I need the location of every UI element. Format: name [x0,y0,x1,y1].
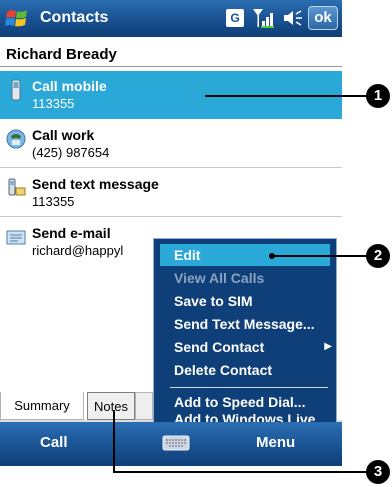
menu-item-add-to-speed-dial[interactable]: Add to Speed Dial... [160,391,330,413]
context-menu: Edit View All Calls Save to SIM Send Tex… [153,238,337,427]
divider [0,66,342,67]
item-value: 113355 [32,96,75,111]
item-label: Send e-mail [32,225,111,241]
phone-screen: Contacts G ok Richard Bready Call mobile… [0,0,342,466]
menu-divider [170,387,328,388]
gprs-indicator-icon[interactable]: G [226,9,244,27]
menu-softkey[interactable]: Menu [256,434,295,451]
tab-strip: Summary Notes [0,392,160,422]
callout-badge: 2 [366,244,390,268]
menu-item-edit[interactable]: Edit [160,244,330,266]
text-message-icon [8,178,26,196]
divider [0,216,342,217]
callout-badge: 3 [366,460,390,484]
ok-button[interactable]: ok [308,6,338,30]
callout-badge: 1 [366,84,390,108]
email-icon [6,230,26,245]
item-value: richard@happyl [32,243,124,258]
item-label: Send text message [32,176,159,192]
tab-notes[interactable]: Notes [87,392,135,420]
contact-name: Richard Bready [6,46,117,63]
list-item-send-text-message[interactable]: Send text message 113355 [0,169,342,217]
mobile-phone-icon [11,79,21,101]
submenu-arrow-icon: ▶ [324,341,332,352]
menu-item-label: Send Contact [174,339,265,355]
menu-item-send-text-message[interactable]: Send Text Message... [160,313,330,335]
menu-item-view-all-calls[interactable]: View All Calls [160,267,330,289]
keyboard-icon[interactable] [162,434,190,452]
list-item-call-work[interactable]: Call work (425) 987654 [0,120,342,168]
app-title: Contacts [40,9,109,26]
work-phone-icon [6,129,26,149]
divider [0,167,342,168]
item-label: Call mobile [32,78,107,94]
menu-item-save-to-sim[interactable]: Save to SIM [160,290,330,312]
signal-strength-icon[interactable] [252,7,276,29]
call-softkey[interactable]: Call [40,434,68,451]
tab-spacer [135,392,153,420]
tab-summary[interactable]: Summary [0,392,84,420]
windows-start-icon[interactable] [4,6,30,32]
menu-item-delete-contact[interactable]: Delete Contact [160,359,330,381]
title-bar: Contacts G ok [0,0,342,37]
volume-icon[interactable] [282,8,304,28]
item-value: 113355 [32,194,75,209]
item-value: (425) 987654 [32,145,110,160]
menu-item-send-contact[interactable]: Send Contact ▶ [160,336,332,358]
menu-bar: Call Menu [0,422,342,466]
list-item-call-mobile[interactable]: Call mobile 113355 [0,71,342,119]
item-label: Call work [32,127,95,143]
